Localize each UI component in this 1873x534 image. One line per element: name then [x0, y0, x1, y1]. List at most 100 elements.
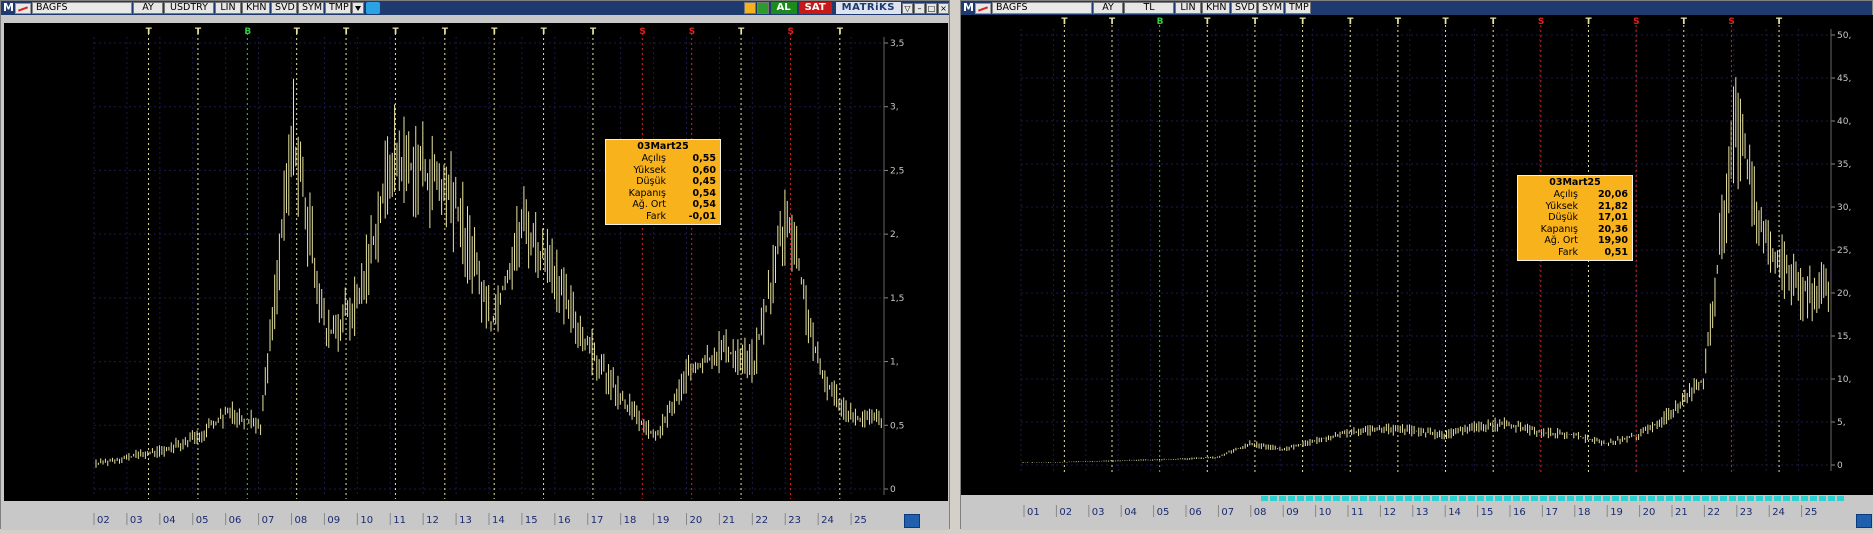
right-chart-area[interactable]: 0 5, 10, 15, 20, 25, 30, 35, 40, 45, 50, T T B T T T T T T T…	[961, 15, 1873, 495]
left-refresh-icon[interactable]	[756, 2, 769, 14]
signal-label: T	[1490, 17, 1497, 27]
right-currency-button[interactable]: TL	[1124, 2, 1174, 14]
left-price-chart[interactable]: 0 0,5 1, 1,5 2, 2,5 3, 3,5 T T B T T T T T T T S S T S T	[4, 23, 948, 501]
left-lin-button[interactable]: LIN	[215, 2, 241, 14]
range-marker	[1387, 496, 1394, 501]
left-sell-button[interactable]: SAT	[798, 2, 832, 14]
right-price-chart[interactable]: 0 5, 10, 15, 20, 25, 30, 35, 40, 45, 50, T T B T T T T T T T…	[961, 15, 1873, 495]
left-tooltip-row: Açılış 0,55	[641, 153, 716, 164]
right-lin-button[interactable]: LIN	[1175, 2, 1201, 14]
range-marker	[1540, 496, 1547, 501]
right-symbol-icon[interactable]	[975, 2, 991, 14]
range-marker	[1810, 496, 1817, 501]
range-marker	[1612, 496, 1619, 501]
x-tick-label: 14	[1448, 507, 1461, 518]
left-twitter-icon[interactable]	[366, 2, 380, 14]
range-marker	[1333, 496, 1340, 501]
range-marker	[1279, 496, 1286, 501]
left-chart-area[interactable]: 0 0,5 1, 1,5 2, 2,5 3, 3,5 T T B T T T T T T T S S T S T	[4, 23, 948, 501]
left-chevron-down-icon[interactable]	[352, 2, 364, 14]
range-marker	[1405, 496, 1412, 501]
x-tick-label: 10	[1319, 507, 1332, 518]
right-x-axis-bar[interactable]: 01 02 03 04 05 06 07 08 09 10 11 12 13 14 15 16 17 18 19 20…	[961, 495, 1873, 530]
range-marker	[1783, 496, 1790, 501]
right-ohlc-tooltip: 03Mart25 Açılış 20,06 Yüksek 21,82 Düşük 17…	[1517, 175, 1633, 261]
left-x-axis-bar[interactable]: 02 03 04 05 06 07 08 09 10 11 12 13 14 15 16 17 18 19 20 21…	[1, 501, 949, 530]
y-tick-label: 45,	[1837, 74, 1851, 84]
left-restore-icon[interactable]: □	[926, 2, 937, 14]
right-period-button[interactable]: AY	[1093, 2, 1123, 14]
x-tick-label: 11	[393, 515, 406, 526]
range-marker	[1261, 496, 1268, 501]
x-tick-label: 24	[821, 515, 834, 526]
left-khn-button[interactable]: KHN	[242, 2, 270, 14]
x-tick-label: 12	[426, 515, 439, 526]
signal-label: S	[639, 27, 645, 37]
x-tick-label: 06	[229, 515, 242, 526]
right-tmp-button[interactable]: TMP	[1285, 2, 1311, 14]
range-marker	[1324, 496, 1331, 501]
x-tick-label: 18	[1578, 507, 1591, 518]
signal-label: B	[244, 27, 251, 37]
left-sync-icon[interactable]	[904, 514, 920, 528]
left-toolbar: M BAGFS AY USDTRY LIN KHN SVD SYM TMP AL…	[1, 1, 949, 15]
left-menu-icon[interactable]: ▽	[902, 2, 913, 14]
left-tooltip-row: Yüksek 0,60	[633, 164, 716, 176]
x-tick-label: 15	[525, 515, 538, 526]
signal-label: T	[343, 27, 350, 37]
range-marker	[1513, 496, 1520, 501]
right-sync-icon[interactable]	[1856, 514, 1872, 528]
right-symbol-field[interactable]: BAGFS	[992, 2, 1092, 14]
range-marker	[1819, 496, 1826, 501]
x-tick-label: 17	[591, 515, 604, 526]
range-marker	[1459, 496, 1466, 501]
left-buy-button[interactable]: AL	[770, 2, 797, 14]
right-khn-button[interactable]: KHN	[1202, 2, 1230, 14]
signal-label: T	[738, 27, 745, 37]
x-tick-label: 05	[196, 515, 209, 526]
range-marker	[1603, 496, 1610, 501]
range-marker	[1477, 496, 1484, 501]
x-tick-label: 16	[558, 515, 571, 526]
range-marker	[1666, 496, 1673, 501]
left-tmp-button[interactable]: TMP	[325, 2, 351, 14]
signal-label: T	[1204, 17, 1211, 27]
range-marker	[1702, 496, 1709, 501]
y-tick-label: 25,	[1837, 246, 1851, 256]
signal-label: T	[1252, 17, 1259, 27]
right-sym-button[interactable]: SYM	[1258, 2, 1284, 14]
left-period-button[interactable]: AY	[133, 2, 163, 14]
left-svd-button[interactable]: SVD	[271, 2, 297, 14]
left-currency-button[interactable]: USDTRY	[164, 2, 214, 14]
range-marker	[1657, 496, 1664, 501]
range-marker	[1765, 496, 1772, 501]
left-symbol-icon[interactable]	[15, 2, 31, 14]
range-marker	[1576, 496, 1583, 501]
right-svd-button[interactable]: SVD	[1231, 2, 1257, 14]
left-close-icon[interactable]: ×	[938, 2, 949, 14]
signal-label: B	[1157, 17, 1164, 27]
left-symbol-field[interactable]: BAGFS	[32, 2, 132, 14]
x-tick-label: 15	[1481, 507, 1494, 518]
range-marker	[1630, 496, 1637, 501]
range-marker	[1414, 496, 1421, 501]
y-tick-label: 2,	[890, 230, 899, 240]
x-tick-label: 08	[295, 515, 308, 526]
left-flash-icon[interactable]	[743, 2, 756, 14]
left-minimize-icon[interactable]: –	[914, 2, 925, 14]
y-tick-label: 0	[890, 485, 896, 495]
x-tick-label: 13	[459, 515, 472, 526]
x-tick-label: 12	[1383, 507, 1396, 518]
range-marker	[1450, 496, 1457, 501]
signal-label: T	[1395, 17, 1402, 27]
range-marker	[1567, 496, 1574, 501]
signal-label: S	[1633, 17, 1639, 27]
x-tick-label: 08	[1254, 507, 1267, 518]
y-tick-label: 1,	[890, 358, 899, 368]
signal-label: T	[146, 27, 153, 37]
x-tick-label: 07	[1221, 507, 1234, 518]
range-marker	[1378, 496, 1385, 501]
range-marker	[1441, 496, 1448, 501]
x-tick-label: 09	[1286, 507, 1299, 518]
left-sym-button[interactable]: SYM	[298, 2, 324, 14]
